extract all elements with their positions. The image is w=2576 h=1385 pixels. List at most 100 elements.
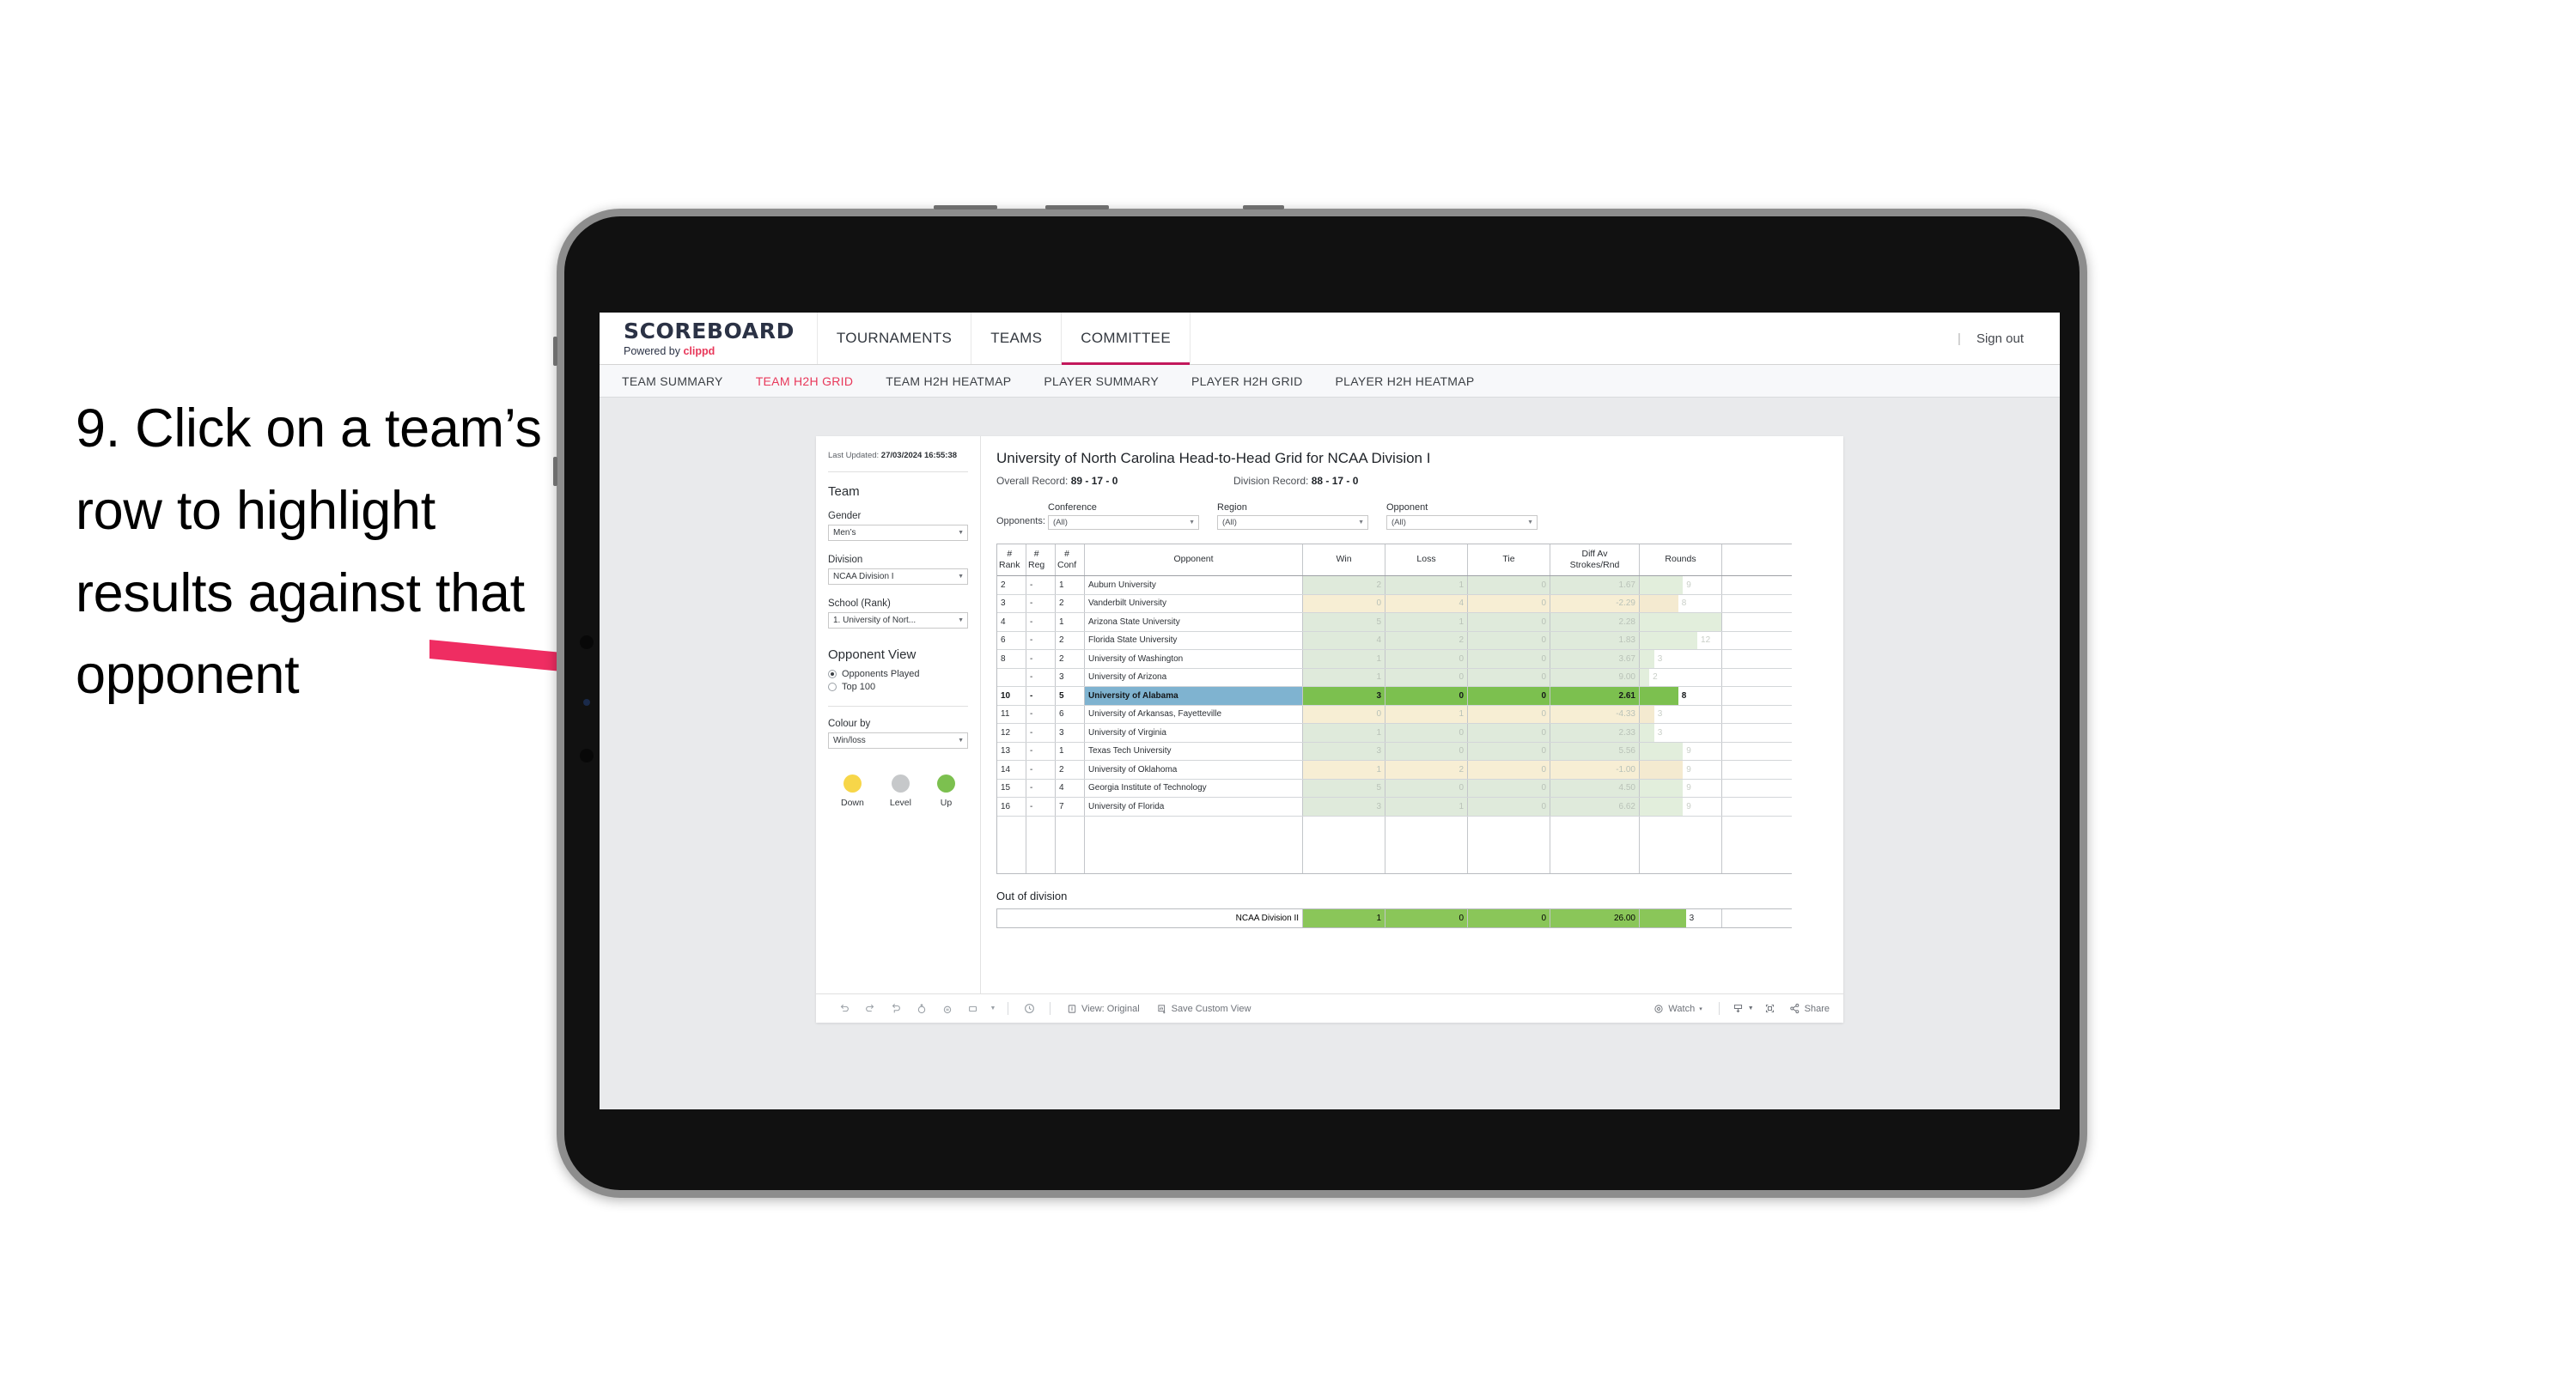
cell-tie: 0 <box>1468 761 1550 779</box>
table-row[interactable]: 12-3 University of Virginia 1 0 0 2.33 3 <box>997 724 1792 743</box>
col-header-win: Win <box>1303 544 1385 575</box>
cell-conf: 1 <box>1056 613 1085 631</box>
main-content: University of North Carolina Head-to-Hea… <box>981 436 1843 993</box>
cell-win: 5 <box>1303 779 1385 797</box>
watch-button[interactable]: Watch ▾ <box>1645 1004 1710 1014</box>
cell-rounds: 9 <box>1640 742 1722 760</box>
cell-conf: 6 <box>1056 705 1085 723</box>
revert-icon[interactable] <box>883 999 909 1019</box>
colour-by-label: Colour by <box>828 719 871 730</box>
table-row[interactable]: 16-7 University of Florida 3 1 0 6.62 9 <box>997 798 1792 817</box>
out-of-division-row[interactable]: NCAA Division II 1 0 0 26.00 3 <box>997 908 1792 927</box>
cell-reg: - <box>1026 779 1056 797</box>
cell-rank: 13 <box>997 742 1026 760</box>
radio-top-100[interactable]: Top 100 <box>828 682 968 692</box>
radio-icon-selected <box>828 670 837 679</box>
division-label: Division <box>828 555 863 566</box>
pause-icon[interactable] <box>935 999 960 1019</box>
table-row[interactable]: 14-2 University of Oklahoma 1 2 0 -1.00 9 <box>997 761 1792 780</box>
cell-rank: 2 <box>997 576 1026 594</box>
out-of-division-loss: 0 <box>1385 908 1468 927</box>
table-row[interactable]: 15-4 Georgia Institute of Technology 5 0 0 4.… <box>997 779 1792 798</box>
out-of-division-table[interactable]: NCAA Division II 1 0 0 26.00 3 <box>996 908 1792 928</box>
records-row: Overall Record: 89 - 17 - 0 Division Rec… <box>996 475 1826 487</box>
nav-tab-committee[interactable]: COMMITTEE <box>1062 313 1191 365</box>
out-of-division-rounds: 3 <box>1640 908 1722 927</box>
cell-reg: - <box>1026 594 1056 612</box>
download-button[interactable]: ▼ <box>1727 1003 1759 1014</box>
division-select[interactable]: NCAA Division I ▼ <box>828 568 968 586</box>
toolbar-divider-3 <box>1718 1002 1720 1015</box>
colour-by-value: Win/loss <box>833 736 866 746</box>
pause-auto-updates-icon[interactable] <box>1016 999 1042 1019</box>
share-label: Share <box>1804 1003 1830 1014</box>
cell-conf: 2 <box>1056 650 1085 668</box>
cell-win: 1 <box>1303 668 1385 686</box>
save-custom-view-button[interactable]: Save Custom View <box>1148 1004 1260 1014</box>
subtab-team-summary[interactable]: TEAM SUMMARY <box>622 374 723 388</box>
col-header-diff: Diff Av Strokes/Rnd <box>1550 544 1640 575</box>
device-sensor-dot <box>583 699 590 706</box>
table-row[interactable]: 10-5 University of Alabama 3 0 0 2.61 8 <box>997 687 1792 706</box>
head-to-head-grid[interactable]: # Rank # Reg # Conf Opponent Win Loss Tie D… <box>996 544 1792 874</box>
brand-title: SCOREBOARD <box>624 318 795 343</box>
gender-select[interactable]: Men’s ▼ <box>828 525 968 542</box>
share-button[interactable]: Share <box>1781 1003 1843 1014</box>
cell-win: 3 <box>1303 687 1385 705</box>
signout-link[interactable]: Sign out <box>1976 331 2024 346</box>
filter-opponent-select[interactable]: (All) ▼ <box>1386 515 1538 530</box>
cell-tie: 0 <box>1468 594 1550 612</box>
table-row[interactable]: 8-2 University of Washington 1 0 0 3.67 3 <box>997 650 1792 669</box>
chevron-down-icon: ▾ <box>1699 1005 1702 1012</box>
out-of-division-tie: 0 <box>1468 908 1550 927</box>
redo-icon[interactable] <box>857 999 883 1019</box>
colour-by-select[interactable]: Win/loss ▼ <box>828 732 968 750</box>
filter-region-select[interactable]: (All) ▼ <box>1217 515 1368 530</box>
cell-reg: - <box>1026 631 1056 649</box>
cell-conf: 3 <box>1056 724 1085 742</box>
table-row[interactable]: 3-2 Vanderbilt University 0 4 0 -2.29 8 <box>997 594 1792 613</box>
cell-rank: 8 <box>997 650 1026 668</box>
device-camera-lens-2 <box>580 749 594 762</box>
fullscreen-button[interactable] <box>1759 1003 1781 1014</box>
chevron-down-icon: ▼ <box>958 530 964 537</box>
refresh-icon[interactable] <box>909 999 935 1019</box>
school-rank-select[interactable]: 1. University of Nort... ▼ <box>828 612 968 629</box>
division-record-value: 88 - 17 - 0 <box>1311 475 1359 487</box>
subtab-team-h2h-heatmap[interactable]: TEAM H2H HEATMAP <box>886 374 1011 388</box>
subtab-team-h2h-grid[interactable]: TEAM H2H GRID <box>756 374 854 388</box>
dropdown-caret-icon[interactable]: ▼ <box>986 999 1000 1019</box>
view-original-button[interactable]: View: Original <box>1058 1004 1148 1014</box>
cell-conf: 4 <box>1056 779 1085 797</box>
table-row[interactable]: 4-1Arizona State University5102.2817 <box>997 613 1792 632</box>
legend-dot-level <box>891 775 910 793</box>
subtab-player-h2h-grid[interactable]: PLAYER H2H GRID <box>1191 374 1303 388</box>
table-row[interactable]: 2-1 Auburn University 2 1 0 1.67 9 <box>997 576 1792 595</box>
cell-rank: 16 <box>997 798 1026 816</box>
subtab-player-summary[interactable]: PLAYER SUMMARY <box>1044 374 1159 388</box>
clear-sheet-icon[interactable] <box>960 999 986 1019</box>
filter-conference-select[interactable]: (All) ▼ <box>1048 515 1199 530</box>
table-row[interactable]: -3 University of Arizona 1 0 0 9.00 2 <box>997 668 1792 687</box>
radio-opponents-played[interactable]: Opponents Played <box>828 669 968 679</box>
cell-opponent: Vanderbilt University <box>1085 594 1303 612</box>
last-updated-label: Last Updated: <box>828 451 881 460</box>
cell-rounds: 2 <box>1640 668 1722 686</box>
chevron-down-icon: ▼ <box>1527 519 1533 525</box>
workspace: Last Updated: 27/03/2024 16:55:38 Team G… <box>600 398 2060 1109</box>
cell-loss: 1 <box>1385 576 1468 594</box>
cell-win: 5 <box>1303 613 1385 631</box>
table-row[interactable]: 6-2 Florida State University 4 2 0 1.83 12 <box>997 631 1792 650</box>
table-row[interactable]: 13-1 Texas Tech University 3 0 0 5.56 9 <box>997 742 1792 761</box>
nav-tab-teams[interactable]: TEAMS <box>971 313 1063 364</box>
undo-icon[interactable] <box>831 999 857 1019</box>
radio-icon-unselected <box>828 683 837 692</box>
table-row[interactable]: 11-6 University of Arkansas, Fayetteville… <box>997 705 1792 724</box>
signout-divider: | <box>1958 331 1961 346</box>
brand-logo[interactable]: SCOREBOARD Powered by clippd <box>600 313 818 364</box>
device-top-button-3 <box>1243 205 1284 210</box>
filter-opponent: Opponent (All) ▼ <box>1386 502 1538 530</box>
cell-tie: 0 <box>1468 687 1550 705</box>
subtab-player-h2h-heatmap[interactable]: PLAYER H2H HEATMAP <box>1336 374 1475 388</box>
nav-tab-tournaments[interactable]: TOURNAMENTS <box>818 313 972 364</box>
